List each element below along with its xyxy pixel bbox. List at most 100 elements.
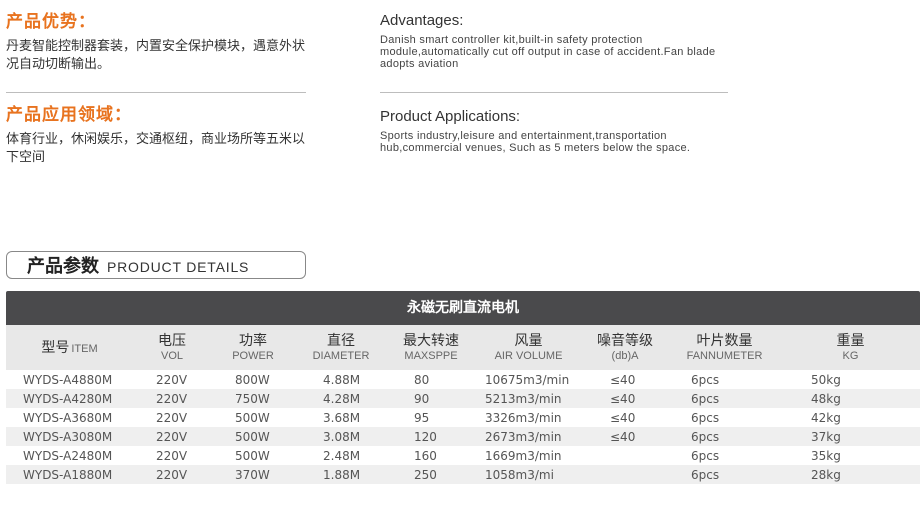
table-row: WYDS-A4280M 220V 750W 4.28M 90 5213m3/min ≤40 6… (6, 389, 920, 408)
cell-air-volume: 1669m3/min (475, 446, 582, 465)
cell-blade-count: 6pcs (668, 389, 781, 408)
column-header-power: 功率 POWER (211, 325, 295, 370)
cell-weight: 35kg (781, 446, 920, 465)
cell-noise-level: ≤40 (582, 389, 668, 408)
cell-noise-level: ≤40 (582, 370, 668, 389)
advantages-zh-text: 丹麦智能控制器套装，内置安全保护模块，遇意外状况自动切断输出。 (6, 39, 306, 72)
column-header-zh: 功率 (239, 332, 267, 349)
column-header-zh: 叶片数量 (696, 332, 753, 349)
cell-voltage: 220V (133, 370, 211, 389)
column-header-weight: 重量 KG (781, 325, 920, 370)
cell-diameter: 3.08M (295, 427, 387, 446)
cell-blade-count: 6pcs (668, 408, 781, 427)
column-header-zh: 重量 (836, 332, 865, 349)
cell-weight: 50kg (781, 370, 920, 389)
cell-power: 750W (211, 389, 295, 408)
cell-weight: 48kg (781, 389, 920, 408)
cell-max-speed: 250 (387, 465, 475, 484)
cell-diameter: 1.88M (295, 465, 387, 484)
cell-air-volume: 2673m3/min (475, 427, 582, 446)
table-row: WYDS-A3080M 220V 500W 3.08M 120 2673m3/min ≤40… (6, 427, 920, 446)
cell-max-speed: 160 (387, 446, 475, 465)
cell-model: WYDS-A3680M (6, 408, 133, 427)
cell-air-volume: 1058m3/mi (475, 465, 582, 484)
product-details-zh: 产品参数 (27, 256, 99, 277)
cell-weight: 28kg (781, 465, 920, 484)
cell-max-speed: 120 (387, 427, 475, 446)
divider (380, 92, 728, 93)
cell-noise-level (582, 465, 668, 484)
column-header-zh: 噪音等级 (597, 332, 653, 349)
cell-voltage: 220V (133, 465, 211, 484)
cell-blade-count: 6pcs (668, 465, 781, 484)
applications-en-section: Product Applications: Sports industry,le… (380, 108, 730, 154)
cell-weight: 37kg (781, 427, 920, 446)
column-header-en: AIR VOLUME (494, 349, 563, 362)
column-header-max-speed: 最大转速 MAXSPPE (387, 325, 475, 370)
cell-voltage: 220V (133, 389, 211, 408)
cell-air-volume: 10675m3/min (475, 370, 582, 389)
column-header-en: KG (842, 349, 859, 362)
cell-noise-level (582, 446, 668, 465)
cell-voltage: 220V (133, 427, 211, 446)
column-header-vol: 电压 VOL (133, 325, 211, 370)
cell-model: WYDS-A4280M (6, 389, 133, 408)
cell-voltage: 220V (133, 408, 211, 427)
applications-zh-title: 产品应用领域： (6, 105, 132, 125)
column-header-zh: 最大转速 (403, 332, 459, 349)
cell-blade-count: 6pcs (668, 370, 781, 389)
applications-zh-section: 产品应用领域： 体育行业，休闲娱乐，交通枢纽，商业场所等五米以下空间 (6, 105, 308, 167)
column-header-diameter: 直径 DIAMETER (295, 325, 387, 370)
cell-power: 500W (211, 427, 295, 446)
column-header-en: MAXSPPE (404, 349, 458, 362)
cell-power: 500W (211, 446, 295, 465)
product-details-en: PRODUCT DETAILS (107, 258, 250, 275)
column-header-zh: 电压 (158, 332, 186, 349)
column-header-item: 型号 ITEM (6, 325, 133, 370)
advantages-en-title: Advantages: (380, 12, 464, 29)
column-header-air-volume: 风量 AIR VOLUME (475, 325, 582, 370)
table-row: WYDS-A2480M 220V 500W 2.48M 160 1669m3/min 6pc… (6, 446, 920, 465)
cell-model: WYDS-A3080M (6, 427, 133, 446)
column-header-en: POWER (232, 349, 274, 362)
column-header-en: DIAMETER (312, 349, 370, 362)
product-details-heading: 产品参数 PRODUCT DETAILS (6, 251, 306, 279)
table-header-row: 型号 ITEM 电压 VOL 功率 POWER 直径 DIAMETER 最大转速 … (6, 325, 920, 370)
column-header-en: (db)A (611, 349, 639, 362)
cell-voltage: 220V (133, 446, 211, 465)
cell-noise-level: ≤40 (582, 408, 668, 427)
column-header-noise: 噪音等级 (db)A (582, 325, 668, 370)
applications-en-title: Product Applications: (380, 108, 521, 125)
cell-air-volume: 5213m3/min (475, 389, 582, 408)
column-header-zh: 风量 (514, 332, 543, 349)
cell-max-speed: 80 (387, 370, 475, 389)
advantages-en-section: Advantages: Danish smart controller kit,… (380, 12, 730, 70)
cell-weight: 42kg (781, 408, 920, 427)
cell-model: WYDS-A1880M (6, 465, 133, 484)
table-row: WYDS-A4880M 220V 800W 4.88M 80 10675m3/min ≤40… (6, 370, 920, 389)
cell-blade-count: 6pcs (668, 427, 781, 446)
cell-max-speed: 90 (387, 389, 475, 408)
cell-diameter: 4.28M (295, 389, 387, 408)
cell-air-volume: 3326m3/min (475, 408, 582, 427)
cell-model: WYDS-A2480M (6, 446, 133, 465)
cell-model: WYDS-A4880M (6, 370, 133, 389)
cell-blade-count: 6pcs (668, 446, 781, 465)
column-header-en: FANNUMETER (686, 349, 763, 362)
divider (6, 92, 306, 93)
cell-noise-level: ≤40 (582, 427, 668, 446)
cell-diameter: 4.88M (295, 370, 387, 389)
cell-power: 800W (211, 370, 295, 389)
applications-zh-text: 体育行业，休闲娱乐，交通枢纽，商业场所等五米以下空间 (6, 132, 306, 165)
column-header-en: ITEM (71, 342, 98, 355)
table-caption: 永磁无刷直流电机 (6, 291, 920, 325)
advantages-zh-section: 产品优势： 丹麦智能控制器套装，内置安全保护模块，遇意外状况自动切断输出。 (6, 12, 308, 74)
cell-diameter: 3.68M (295, 408, 387, 427)
cell-max-speed: 95 (387, 408, 475, 427)
cell-power: 370W (211, 465, 295, 484)
applications-en-text: Sports industry,leisure and entertainmen… (380, 130, 691, 154)
advantages-zh-title: 产品优势： (6, 12, 96, 32)
advantages-en-text: Danish smart controller kit,built-in saf… (380, 34, 716, 70)
cell-diameter: 2.48M (295, 446, 387, 465)
table-row: WYDS-A3680M 220V 500W 3.68M 95 3326m3/min ≤40 6… (6, 408, 920, 427)
